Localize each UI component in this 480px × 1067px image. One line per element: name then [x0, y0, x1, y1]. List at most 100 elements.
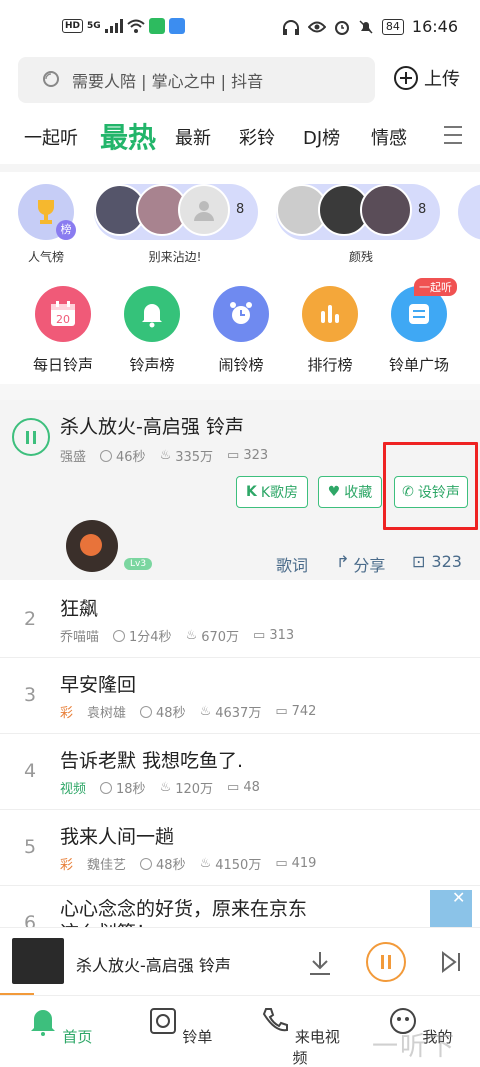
- ringback-tag: 彩: [60, 706, 74, 721]
- alarm-chart-button[interactable]: [213, 286, 269, 342]
- nav-home[interactable]: 首页: [20, 1006, 100, 1047]
- group-count: 8: [236, 202, 245, 217]
- popularity-label: 人气榜: [27, 250, 64, 264]
- cover-art: [12, 938, 64, 984]
- tab-together[interactable]: 一起听: [24, 124, 78, 150]
- close-icon[interactable]: ✕: [452, 888, 465, 907]
- search-icon: [43, 71, 59, 87]
- nav-playlist[interactable]: 铃单: [140, 1006, 220, 1047]
- fire-icon: ♨: [199, 856, 212, 871]
- comment-icon: ▭: [227, 780, 240, 795]
- upload-button[interactable]: 上传: [394, 65, 460, 91]
- tab-hottest[interactable]: 最热: [100, 116, 156, 156]
- rank-number: 4: [24, 760, 37, 782]
- disc-icon: [149, 1008, 176, 1034]
- list-item[interactable]: 5 我来人间一趟 彩 魏佳艺 48秒 ♨ 4150万 ▭ 419: [0, 810, 480, 886]
- tab-coloring[interactable]: 彩铃: [239, 124, 275, 150]
- ad-row[interactable]: 6 心心念念的好货，原来在京东 这么划算！ ✕: [0, 886, 480, 928]
- plays: ♨ 120万: [160, 778, 213, 797]
- clock-icon: [100, 781, 113, 794]
- tab-newest[interactable]: 最新: [175, 124, 211, 150]
- clock: 16:46: [411, 17, 458, 36]
- level-badge: Lv3: [124, 558, 153, 570]
- playing-meta: 强盛 46秒 ♨ 335万 ▭ 323: [60, 446, 268, 465]
- network-indicator: 5G: [87, 21, 101, 31]
- eye-icon: [307, 21, 326, 32]
- menu-icon[interactable]: [444, 126, 462, 150]
- group-label: 颜残: [348, 250, 373, 264]
- bell-icon: [142, 304, 162, 328]
- next-icon[interactable]: [440, 950, 462, 974]
- clock-icon: [140, 857, 153, 870]
- lyrics-button[interactable]: 歌词: [276, 552, 308, 576]
- tab-dj[interactable]: DJ榜: [303, 124, 340, 150]
- signal-icon: [104, 19, 123, 33]
- daily-ringtone-label: 每日铃声: [32, 356, 93, 374]
- group-card-1[interactable]: 8: [94, 184, 258, 240]
- ringtone-chart-label: 铃声榜: [129, 356, 175, 374]
- comment-button[interactable]: ⊡ 323: [412, 552, 462, 571]
- duration-value: 46秒: [116, 450, 146, 465]
- plays: ♨ 4637万: [200, 702, 262, 721]
- karaoke-button[interactable]: K K歌房: [236, 476, 308, 508]
- song-meta: 彩 袁树雄 48秒 ♨ 4637万 ▭ 742: [60, 702, 316, 721]
- list-item[interactable]: 4 告诉老默 我想吃鱼了. 视频 18秒 ♨ 120万 ▭ 48: [0, 734, 480, 810]
- rank-number: 2: [24, 608, 37, 630]
- app-notif-icon: [148, 18, 165, 34]
- watermark: 一听下载: [372, 1032, 457, 1062]
- pause-button[interactable]: [12, 418, 50, 456]
- download-icon[interactable]: [308, 950, 332, 976]
- daily-ringtone-button[interactable]: 20: [35, 286, 91, 342]
- group-card-3-partial[interactable]: [458, 184, 480, 240]
- rank-badge: 榜: [56, 220, 76, 240]
- pause-button[interactable]: [366, 942, 406, 982]
- fire-icon: ♨: [185, 628, 198, 643]
- uploader-avatar[interactable]: [66, 520, 118, 572]
- avatar-placeholder: [178, 184, 230, 236]
- song-meta: 彩 魏佳艺 48秒 ♨ 4150万 ▭ 419: [60, 854, 316, 873]
- duration-value: 1分4秒: [129, 630, 172, 645]
- search-bar[interactable]: 需要人陪 | 掌心之中 | 抖音: [18, 57, 375, 103]
- mini-player[interactable]: 杀人放火-高启强 铃声: [0, 927, 480, 996]
- plays: ♨ 670万: [186, 626, 239, 645]
- heart-icon: ♥: [327, 484, 341, 500]
- song-meta: 乔喵喵 1分4秒 ♨ 670万 ▭ 313: [60, 626, 294, 645]
- share-button[interactable]: ↱ 分享: [336, 552, 385, 576]
- nav-label: 来电视频: [292, 1028, 340, 1067]
- song-title: 狂飙: [60, 598, 99, 620]
- nav-call-video[interactable]: 来电视频: [260, 1006, 340, 1067]
- group-card-2[interactable]: 8: [276, 184, 440, 240]
- list-icon: [409, 304, 429, 324]
- comment-count: 323: [431, 552, 462, 571]
- featured-row: 榜 人气榜 8 别来沾边! 8 颜残: [0, 184, 480, 268]
- player-title: 杀人放火-高启强 铃声: [76, 956, 231, 975]
- list-item[interactable]: 3 早安隆回 彩 袁树雄 48秒 ♨ 4637万 ▭ 742: [0, 658, 480, 734]
- tab-emotion[interactable]: 情感: [371, 124, 407, 150]
- favorite-button[interactable]: ♥ 收藏: [318, 476, 382, 508]
- headphone-icon: [282, 19, 299, 35]
- song-title: 我来人间一趟: [60, 826, 175, 848]
- comment-icon: ⊡: [412, 552, 426, 571]
- trophy-icon: [38, 200, 54, 224]
- comments: ▭ 48: [227, 780, 260, 795]
- together-badge: 一起听: [414, 278, 457, 296]
- plays-value: 335万: [175, 450, 214, 465]
- upload-label: 上传: [424, 69, 460, 90]
- comments-value: 742: [291, 704, 317, 719]
- share-label: 分享: [353, 556, 386, 575]
- avatar: [360, 184, 412, 236]
- ad-image[interactable]: [430, 890, 472, 928]
- comment-icon: ▭: [275, 856, 288, 871]
- artist: 乔喵喵: [60, 630, 100, 645]
- nav-label: 铃单: [182, 1028, 213, 1046]
- group-count: 8: [418, 202, 427, 217]
- comments-value: 323: [243, 448, 269, 463]
- duration: 48秒: [140, 702, 186, 721]
- list-item[interactable]: 2 狂飙 乔喵喵 1分4秒 ♨ 670万 ▭ 313: [0, 582, 480, 658]
- ranking-button[interactable]: [302, 286, 358, 342]
- comment-icon: ▭: [227, 448, 240, 463]
- bottom-nav: 首页 铃单 来电视频 我的 一听下载: [0, 995, 480, 1067]
- wifi-icon: [127, 19, 145, 33]
- ringtone-chart-button[interactable]: [124, 286, 180, 342]
- duration-value: 18秒: [116, 782, 146, 797]
